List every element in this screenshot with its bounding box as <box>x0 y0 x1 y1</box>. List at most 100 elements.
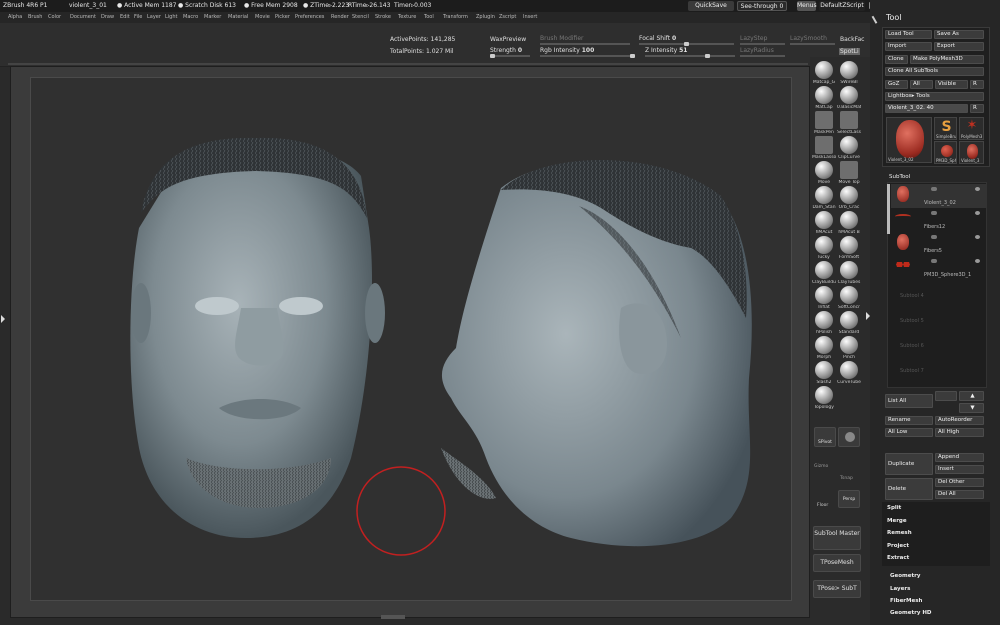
current-tool-slider[interactable]: Violent_3_02. 40 <box>885 104 968 113</box>
focal-shift-slider[interactable]: Focal Shift 0 <box>639 35 676 42</box>
goz-r-button[interactable]: R <box>970 80 984 89</box>
subtool-row[interactable]: Violent_3_02 <box>891 184 986 208</box>
move-up-left-button[interactable] <box>935 391 957 401</box>
left-tray-handle[interactable] <box>0 290 7 350</box>
goz-visible-button[interactable]: Visible <box>935 80 968 89</box>
brush-curvetube[interactable]: CurveTube <box>837 361 861 390</box>
all-low-button[interactable]: All Low <box>885 428 933 437</box>
subtool-row[interactable]: Fibers5 <box>891 232 986 256</box>
menu-item-marker[interactable]: Marker <box>204 12 221 23</box>
visibility-eye-icon[interactable] <box>975 235 980 239</box>
visibility-eye-icon[interactable] <box>975 259 980 263</box>
menu-item-picker[interactable]: Picker <box>275 12 290 23</box>
load-tool-button[interactable]: Load Tool <box>885 30 932 39</box>
lazyradius-slider[interactable]: LazyRadius <box>740 47 774 54</box>
geometry-section[interactable]: Geometry <box>890 573 920 579</box>
menu-item-edit[interactable]: Edit <box>120 12 130 23</box>
menu-item-transform[interactable]: Transform <box>443 12 468 23</box>
lazysmooth-track[interactable] <box>790 43 835 45</box>
expand-left-icon[interactable] <box>1 315 5 323</box>
goz-button[interactable]: GoZ <box>885 80 908 89</box>
menu-item-insert[interactable]: Insert <box>523 12 537 23</box>
polypaint-toggle[interactable] <box>931 235 937 239</box>
z-track[interactable] <box>645 54 735 58</box>
strength-slider[interactable]: Strength 0 <box>490 47 522 54</box>
save-as-button[interactable]: Save As <box>934 30 984 39</box>
polypaint-toggle[interactable] <box>931 187 937 191</box>
extract-button[interactable]: Extract <box>887 555 909 561</box>
tool-thumb[interactable]: ✶ PolyMesh3 <box>959 117 984 140</box>
menu-item-file[interactable]: File <box>134 12 142 23</box>
wax-preview-button[interactable]: WaxPreview <box>490 36 526 43</box>
clone-all-subtools-button[interactable]: Clone All SubTools <box>885 67 984 76</box>
subtool-row[interactable]: PM3D_Sphere3D_1 <box>891 256 986 280</box>
focal-track[interactable] <box>639 42 734 46</box>
lazystep-slider[interactable]: LazyStep <box>740 35 767 42</box>
export-button[interactable]: Export <box>934 42 984 51</box>
tool-thumb[interactable]: PM3D_Sph <box>934 141 957 164</box>
all-high-button[interactable]: All High <box>935 428 984 437</box>
visibility-eye-icon[interactable] <box>975 187 980 191</box>
visibility-eye-icon[interactable] <box>975 211 980 215</box>
menu-item-preferences[interactable]: Preferences <box>295 12 324 23</box>
canvas-viewport[interactable] <box>10 66 810 619</box>
goz-all-button[interactable]: All <box>910 80 933 89</box>
current-tool-r-button[interactable]: R <box>970 104 984 113</box>
quicksave-button[interactable]: QuickSave <box>688 1 734 11</box>
brush-topology[interactable]: Topology <box>812 386 836 415</box>
menu-item-brush[interactable]: Brush <box>28 12 42 23</box>
spotlight-button[interactable]: SpotLi <box>839 48 860 55</box>
tsnap-button[interactable]: Tsnap <box>840 476 853 481</box>
layers-section[interactable]: Layers <box>890 586 910 592</box>
menu-item-document[interactable]: Document <box>70 12 96 23</box>
del-all-button[interactable]: Del All <box>935 490 984 499</box>
brush-modifier-slider[interactable]: Brush Modifier <box>540 35 583 42</box>
rgb-intensity-slider[interactable]: Rgb Intensity 100 <box>540 47 594 54</box>
z-intensity-slider[interactable]: Z Intensity 51 <box>645 47 687 54</box>
make-polymesh-button[interactable]: Make PolyMesh3D <box>910 55 984 64</box>
tool-thumb[interactable]: Violent_3 <box>959 141 984 164</box>
smooth-button[interactable] <box>838 427 860 447</box>
menu-item-zscript[interactable]: Zscript <box>499 12 516 23</box>
menu-item-layer[interactable]: Layer <box>147 12 161 23</box>
backface-button[interactable]: BackFac <box>840 36 864 43</box>
brush-modifier-track[interactable] <box>540 43 630 45</box>
move-down-button[interactable]: ▼ <box>959 403 984 413</box>
floor-button[interactable]: Floor <box>817 503 828 508</box>
see-through-slider[interactable]: See-through 0 <box>737 1 787 11</box>
remesh-button[interactable]: Remesh <box>887 530 912 536</box>
subtool-scrollbar[interactable] <box>887 184 890 234</box>
auto-reorder-button[interactable]: AutoReorder <box>935 416 984 425</box>
split-button[interactable]: Split <box>887 505 901 511</box>
default-zscript-button[interactable]: DefaultZScript <box>819 1 865 11</box>
menu-item-texture[interactable]: Texture <box>398 12 416 23</box>
menu-item-draw[interactable]: Draw <box>101 12 114 23</box>
strength-track[interactable] <box>490 54 530 58</box>
subtool-row[interactable]: Fibers12 <box>891 208 986 232</box>
tool-thumb[interactable]: S SimpleBru <box>934 117 957 140</box>
persp-button[interactable]: Persp <box>838 490 860 508</box>
sculpt-render[interactable] <box>31 78 793 602</box>
menu-item-material[interactable]: Material <box>228 12 248 23</box>
lazyradius-track[interactable] <box>740 55 785 57</box>
menu-item-zplugin[interactable]: Zplugin <box>476 12 495 23</box>
tool-thumb[interactable]: Violent_3_02 <box>886 117 932 163</box>
geometry-hd-section[interactable]: Geometry HD <box>890 610 932 616</box>
menu-item-movie[interactable]: Movie <box>255 12 270 23</box>
polypaint-toggle[interactable] <box>931 259 937 263</box>
lazystep-track[interactable] <box>740 43 785 45</box>
delete-button[interactable]: Delete <box>885 478 933 500</box>
menu-item-tool[interactable]: Tool <box>424 12 434 23</box>
move-up-button[interactable]: ▲ <box>959 391 984 401</box>
list-all-button[interactable]: List All <box>885 394 933 408</box>
bottom-tray-handle[interactable] <box>381 615 405 619</box>
polypaint-toggle[interactable] <box>931 211 937 215</box>
lazysmooth-slider[interactable]: LazySmooth <box>790 35 827 42</box>
menu-item-alpha[interactable]: Alpha <box>8 12 22 23</box>
fibermesh-section[interactable]: FiberMesh <box>890 598 922 604</box>
lightbox-tools-button[interactable]: Lightbox▸ Tools <box>885 92 984 101</box>
project-button[interactable]: Project <box>887 543 909 549</box>
import-button[interactable]: Import <box>885 42 932 51</box>
insert-button[interactable]: Insert <box>935 465 984 474</box>
tpose-subt-button[interactable]: TPose> SubT <box>813 580 861 598</box>
